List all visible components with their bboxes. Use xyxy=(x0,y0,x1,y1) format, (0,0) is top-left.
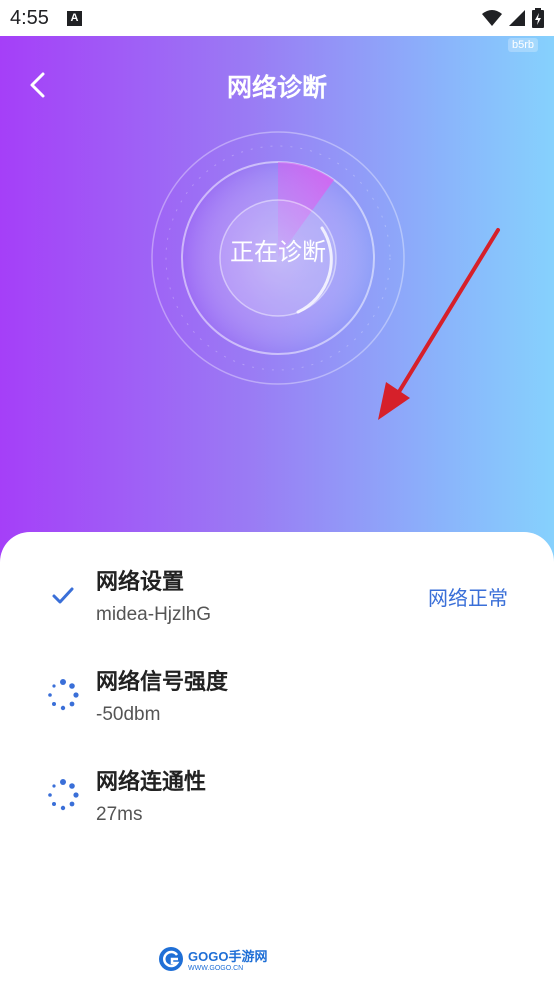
wifi-icon xyxy=(482,10,502,26)
watermark-url: WWW.GOGO.CN xyxy=(188,965,244,972)
annotation-arrow xyxy=(378,228,500,420)
item-label: 网络设置 xyxy=(96,570,185,595)
debug-badge: b5rb xyxy=(507,38,538,52)
watermark-logo: GOGO手游网 WWW.GOGO.CN xyxy=(158,946,267,972)
notification-a-icon: A xyxy=(66,10,82,26)
battery-icon xyxy=(532,8,544,28)
item-value: 27ms xyxy=(96,804,143,825)
diagnosing-label: 正在诊断 xyxy=(230,238,326,266)
gogo-logo-icon xyxy=(159,947,183,971)
diagnosis-panel: 网络设置 midea-HjzlhG 网络正常 网络信号强度 -50dbm 网络连… xyxy=(0,532,554,984)
status-text: 网络正常 xyxy=(428,586,508,610)
page-title: 网络诊断 xyxy=(226,73,327,102)
status-bar: 4:55 A xyxy=(0,0,554,36)
item-value: -50dbm xyxy=(96,704,161,725)
item-label: 网络信号强度 xyxy=(96,670,229,695)
list-item-network-settings: 网络设置 midea-HjzlhG 网络正常 xyxy=(0,564,554,644)
list-item-connectivity: 网络连通性 27ms xyxy=(0,764,554,844)
signal-icon xyxy=(509,10,525,26)
loading-spinner-icon xyxy=(48,679,79,711)
item-label: 网络连通性 xyxy=(96,770,207,795)
check-icon xyxy=(52,587,74,604)
list-item-signal-strength: 网络信号强度 -50dbm xyxy=(0,664,554,744)
item-value: midea-HjzlhG xyxy=(96,604,212,625)
loading-spinner-icon xyxy=(48,779,79,811)
status-time: 4:55 xyxy=(10,6,49,29)
watermark-brand: GOGO手游网 xyxy=(188,949,268,964)
